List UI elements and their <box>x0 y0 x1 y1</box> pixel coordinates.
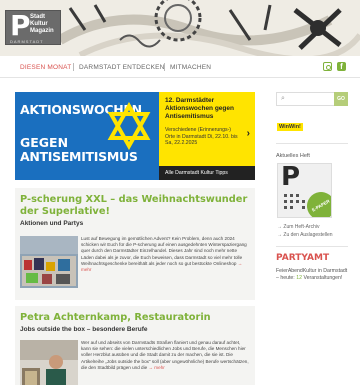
header-hero: P Stadt Kultur Magazin DARMSTADT <box>0 0 360 56</box>
chevron-right-icon[interactable]: › <box>247 128 250 139</box>
read-more-link[interactable]: → mehr <box>148 365 164 370</box>
banner-headline-2: GEGEN <box>20 135 69 150</box>
nav-separator <box>164 63 165 71</box>
logo-text-line: Magazin <box>30 28 54 34</box>
logo-text: Stadt Kultur Magazin <box>30 14 54 35</box>
partyamt-unit: Veranstaltungen! <box>303 275 343 281</box>
winwin-badge[interactable]: WinWin! <box>277 123 303 131</box>
sidebar-divider <box>276 246 348 247</box>
article-teaser: Wer auf und abseits von Darmstadts Straß… <box>81 340 251 371</box>
search-icon: ⌕ <box>281 95 285 102</box>
banner-info[interactable]: 12. Darmstädter Aktionswochen gegen Anti… <box>159 92 255 166</box>
article-title[interactable]: Petra Achternkamp, Restauratorin <box>20 312 252 324</box>
nav-separator <box>73 63 74 71</box>
article-category: Jobs outside the box – besondere Berufe <box>20 326 148 333</box>
article-title[interactable]: P-scherung XXL – das Weihnachtswunder de… <box>20 194 252 217</box>
search-box: ⌕ GO <box>276 92 348 106</box>
search-input[interactable] <box>289 94 333 104</box>
star-of-david-icon <box>107 102 151 150</box>
logo-letter: P <box>10 9 31 42</box>
banner-headline-3: ANTISEMITISMUS <box>20 149 138 164</box>
locations-link[interactable]: → Zu den Auslagestellen <box>277 232 333 238</box>
article-image[interactable] <box>20 236 78 288</box>
search-go-button[interactable]: GO <box>334 92 348 106</box>
banner-title: 12. Darmstädter Aktionswochen gegen Anti… <box>165 97 234 120</box>
event-banner[interactable]: AKTIONSWOCHEN GEGEN ANTISEMITISMUS 12. D… <box>15 92 255 180</box>
article-card: P-scherung XXL – das Weihnachtswunder de… <box>15 188 255 300</box>
archive-link[interactable]: → Zum Heft-Archiv <box>277 224 320 230</box>
article-card: Petra Achternkamp, Restauratorin Jobs ou… <box>15 306 255 385</box>
article-teaser-text: Lust auf Bewegung im gemütlichen Advent?… <box>81 236 247 266</box>
article-category: Aktionen und Partys <box>20 220 84 227</box>
instagram-icon[interactable] <box>323 62 332 71</box>
banner-details: Verschiedene (Erinnerungs-) Orte in Darm… <box>165 127 238 146</box>
nav-item-darmstadt-entdecken[interactable]: DARMSTADT ENTDECKEN <box>79 64 165 71</box>
nav-item-mitmachen[interactable]: MITMACHEN <box>170 64 211 71</box>
partyamt-count: 12 <box>296 275 302 281</box>
article-image[interactable] <box>20 340 78 385</box>
banner-image: AKTIONSWOCHEN GEGEN ANTISEMITISMUS <box>15 92 159 180</box>
partyamt-info[interactable]: FeierAbendKultur in Darmstadt – heute: 1… <box>276 268 351 282</box>
site-logo[interactable]: P Stadt Kultur Magazin DARMSTADT <box>5 10 61 45</box>
current-issue-cover[interactable]: P E-PAPER <box>277 163 332 218</box>
logo-text-line: Kultur <box>30 21 48 27</box>
nav-item-diesen-monat[interactable]: DIESEN MONAT <box>20 64 71 71</box>
current-issue-label: Aktuelles Heft <box>276 153 310 159</box>
main-nav: DIESEN MONAT DARMSTADT ENTDECKEN MITMACH… <box>0 56 360 78</box>
facebook-icon[interactable]: f <box>337 62 346 71</box>
logo-text-line: Stadt <box>30 14 45 20</box>
banner-footer-link[interactable]: Alle Darmstadt Kultur Tipps <box>159 166 255 180</box>
article-teaser: Lust auf Bewegung im gemütlichen Advent?… <box>81 236 251 273</box>
partyamt-title[interactable]: PARTYAMT <box>276 253 329 263</box>
logo-subtitle: DARMSTADT <box>10 39 44 44</box>
sidebar-divider <box>276 143 348 144</box>
